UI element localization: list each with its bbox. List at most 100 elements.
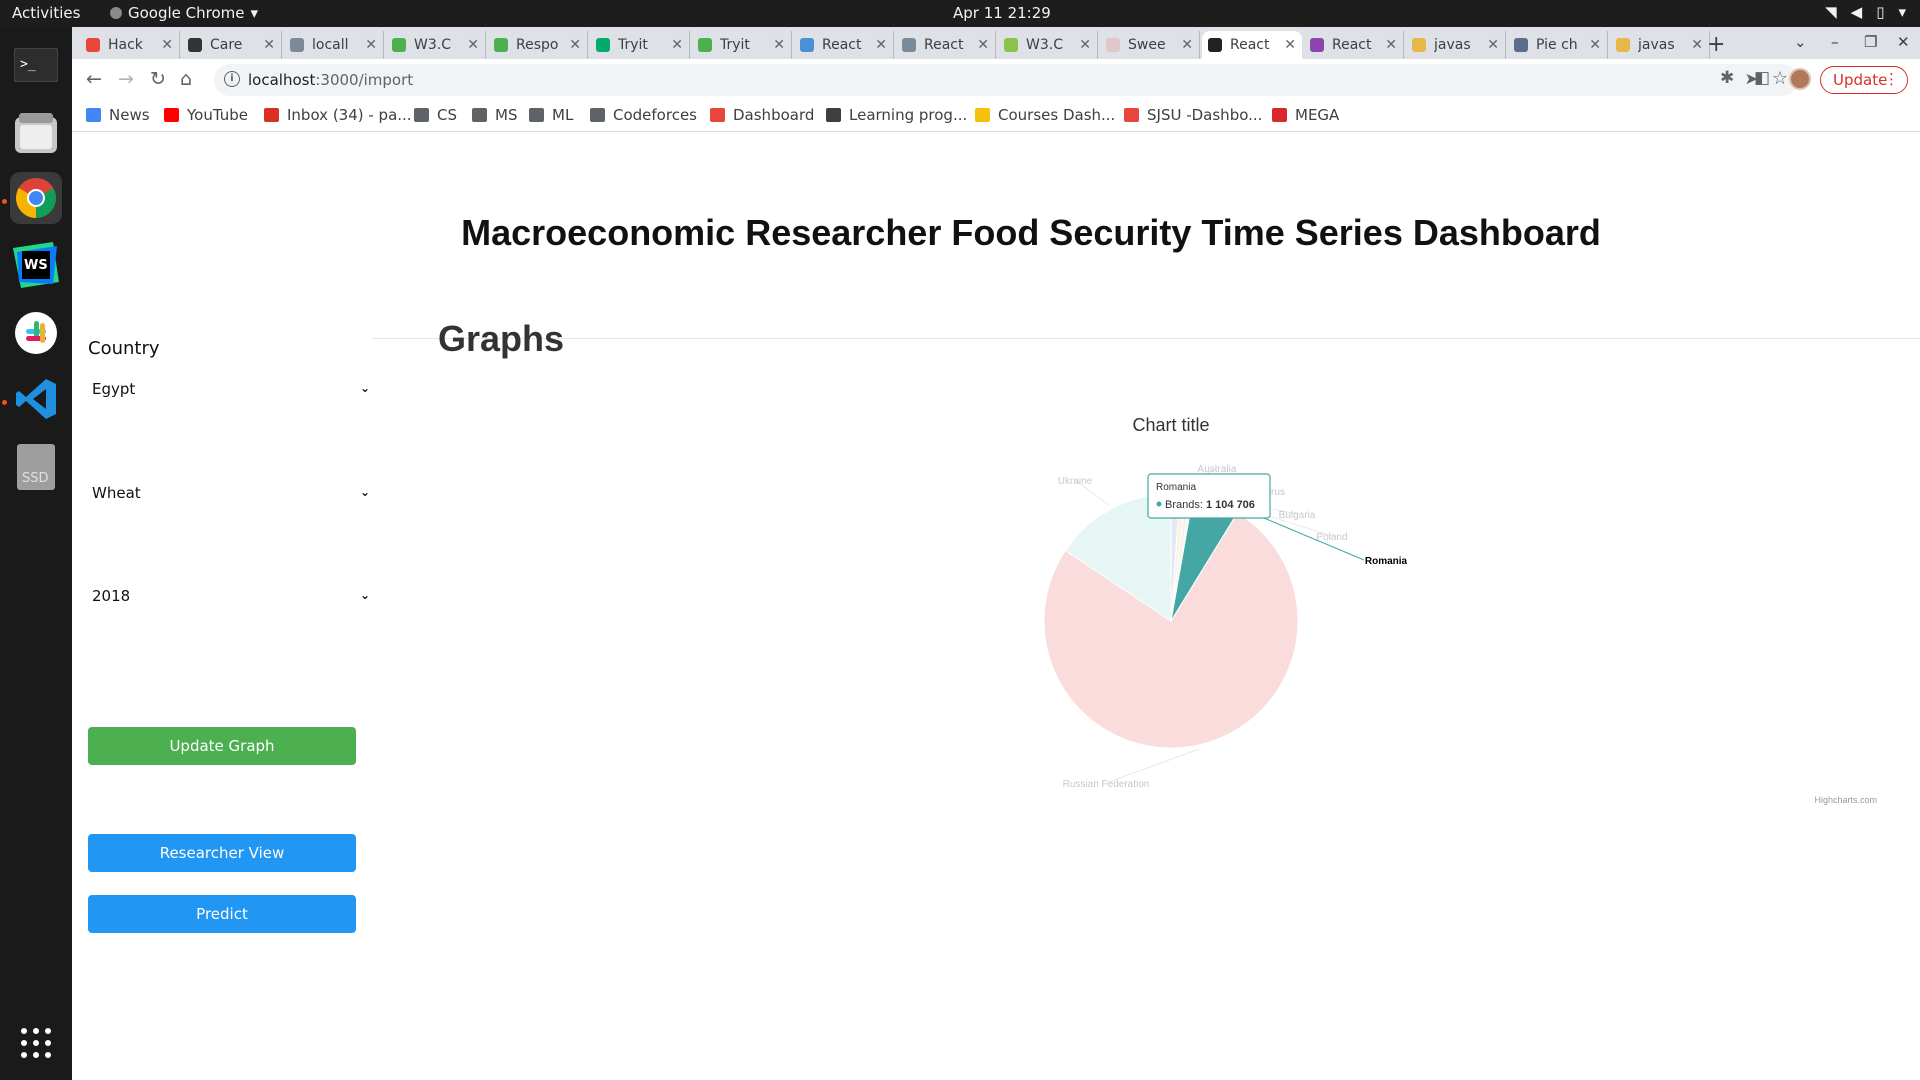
browser-tab[interactable]: javas ✕ [1610,31,1710,59]
vscode-launcher[interactable] [10,373,62,425]
home-button[interactable]: ⌂ [180,68,192,90]
system-tray[interactable]: ◥ ◀ ▯ ▾ [1825,3,1906,21]
browser-tab[interactable]: Swee ✕ [1100,31,1200,59]
slack-launcher[interactable] [10,307,62,359]
bookmark-item[interactable]: Learning prog... [826,106,967,124]
bookmark-star-icon[interactable]: ☆ [1772,68,1788,89]
bookmark-item[interactable]: CS [414,106,457,124]
more-menu-icon[interactable]: ⋮ [1884,70,1899,88]
browser-tab[interactable]: React ✕ [1304,31,1404,59]
bookmark-icon [86,108,101,122]
pie-label: Bulgaria [1279,510,1316,521]
bookmark-item[interactable]: Codeforces [590,106,697,124]
tab-favicon-icon [902,38,916,52]
bookmark-item[interactable]: Inbox (34) - pa... [264,106,412,124]
tab-close-icon[interactable]: ✕ [1284,37,1296,53]
terminal-launcher[interactable]: >_ [10,39,62,91]
bookmark-item[interactable]: MEGA [1272,106,1339,124]
tab-close-icon[interactable]: ✕ [1589,37,1601,53]
browser-tab[interactable]: W3.C ✕ [998,31,1098,59]
browser-tab[interactable]: Care ✕ [182,31,282,59]
bookmark-label: Courses Dash... [998,106,1116,124]
bookmark-item[interactable]: Dashboard [710,106,814,124]
browser-tab[interactable]: locall ✕ [284,31,384,59]
close-window-button[interactable]: ✕ [1897,33,1910,51]
tab-label: W3.C [1026,37,1063,53]
side-panel-icon[interactable]: ◧ [1754,68,1770,88]
tab-favicon-icon [1616,38,1630,52]
browser-tab[interactable]: W3.C ✕ [386,31,486,59]
url-text: localhost:3000/import [248,71,413,89]
bookmark-icon [826,108,841,122]
show-applications-button[interactable] [10,1017,62,1069]
app-menu[interactable]: Google Chrome ▾ [110,4,258,22]
browser-tab[interactable]: Hack ✕ [80,31,180,59]
tab-close-icon[interactable]: ✕ [161,37,173,53]
browser-tab[interactable]: Tryit ✕ [692,31,792,59]
bookmark-icon [472,108,487,122]
tab-close-icon[interactable]: ✕ [1079,37,1091,53]
tab-close-icon[interactable]: ✕ [365,37,377,53]
tab-label: Tryit [720,37,750,53]
bookmark-item[interactable]: ML [529,106,573,124]
tab-label: React [1230,37,1270,53]
address-bar[interactable]: i localhost:3000/import ➤ ☆ [214,64,1798,96]
browser-tab[interactable]: React ✕ [794,31,894,59]
activities-button[interactable]: Activities [12,4,80,22]
tab-close-icon[interactable]: ✕ [773,37,785,53]
maximize-button[interactable]: ❐ [1864,33,1877,51]
reload-button[interactable]: ↻ [150,68,166,90]
browser-tab[interactable]: Respo ✕ [488,31,588,59]
update-button[interactable]: Update ⋮ [1820,66,1908,94]
webstorm-launcher[interactable]: WS [10,239,62,291]
tab-search-icon[interactable]: ⌄ [1794,33,1807,51]
highcharts-credits[interactable]: Highcharts.com [1814,795,1877,805]
caret-down-icon: ▾ [1898,3,1906,21]
vscode-icon [16,379,56,419]
webstorm-icon: WS [13,242,59,288]
browser-tab[interactable]: React ✕ [1202,31,1302,59]
bookmark-item[interactable]: News [86,106,150,124]
new-tab-button[interactable]: + [1707,32,1725,57]
clock[interactable]: Apr 11 21:29 [953,4,1051,22]
bookmark-label: YouTube [187,106,248,124]
tab-close-icon[interactable]: ✕ [1691,37,1703,53]
extensions-icon[interactable]: ✱ [1720,68,1734,88]
tab-close-icon[interactable]: ✕ [467,37,479,53]
bookmark-icon [975,108,990,122]
bookmark-item[interactable]: Courses Dash... [975,106,1115,124]
files-launcher[interactable] [10,107,62,159]
browser-tab[interactable]: Tryit ✕ [590,31,690,59]
tab-favicon-icon [596,38,610,52]
tab-close-icon[interactable]: ✕ [1385,37,1397,53]
bookmark-label: Learning prog... [849,106,968,124]
site-info-icon[interactable]: i [224,71,240,87]
bookmark-item[interactable]: YouTube [164,106,248,124]
tab-close-icon[interactable]: ✕ [1487,37,1499,53]
chart-title: Chart title [1132,415,1209,435]
app-menu-label: Google Chrome [128,4,245,22]
svg-text:>_: >_ [20,57,36,72]
back-button[interactable]: ← [86,68,102,90]
tab-close-icon[interactable]: ✕ [1181,37,1193,53]
browser-tab[interactable]: Pie ch ✕ [1508,31,1608,59]
tab-label: React [924,37,964,53]
tab-close-icon[interactable]: ✕ [875,37,887,53]
caret-down-icon: ▾ [250,4,259,22]
bookmark-item[interactable]: SJSU -Dashbo... [1124,106,1262,124]
profile-avatar[interactable] [1789,68,1811,90]
tab-favicon-icon [1412,38,1426,52]
ssd-drive-launcher[interactable]: SSD [10,441,62,493]
chrome-launcher[interactable] [10,172,62,224]
tab-strip: Hack ✕ Care ✕ locall ✕ W3.C ✕ Respo ✕ Tryit ✕ Tryit ✕… [72,27,1920,59]
tab-close-icon[interactable]: ✕ [671,37,683,53]
tab-close-icon[interactable]: ✕ [263,37,275,53]
browser-tab[interactable]: javas ✕ [1406,31,1506,59]
forward-button[interactable]: → [118,68,134,90]
browser-tab[interactable]: React ✕ [896,31,996,59]
bookmark-item[interactable]: MS [472,106,517,124]
svg-text:SSD: SSD [22,471,49,486]
tab-close-icon[interactable]: ✕ [569,37,581,53]
minimize-button[interactable]: – [1831,33,1839,51]
tab-close-icon[interactable]: ✕ [977,37,989,53]
